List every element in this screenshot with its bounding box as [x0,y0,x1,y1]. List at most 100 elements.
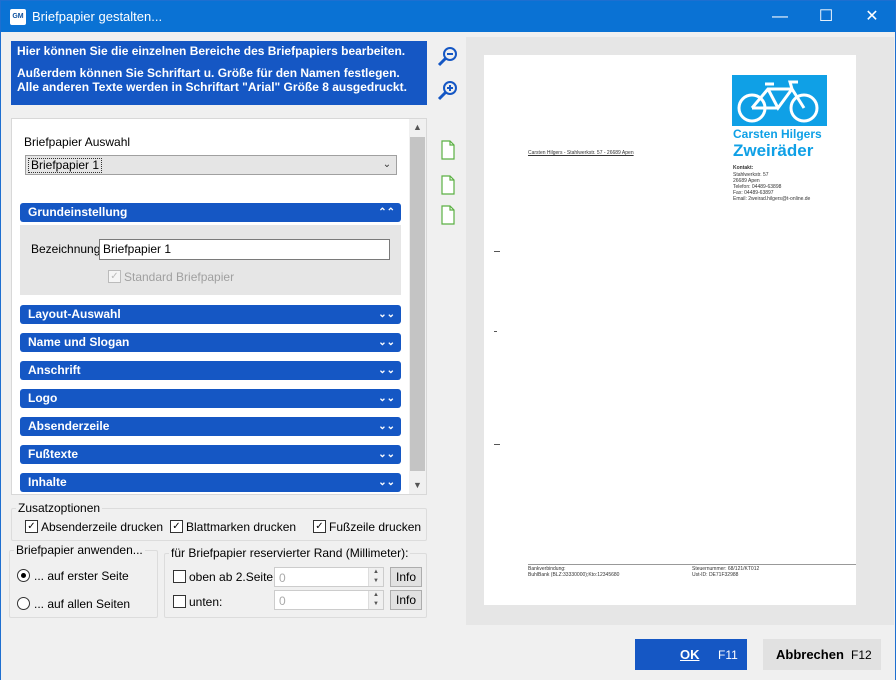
alle-seiten-radio[interactable] [17,597,30,610]
window-title: Briefpapier gestalten... [32,9,163,24]
expand-icon[interactable]: ⌄⌄ [378,389,395,408]
zoom-out-icon[interactable] [437,45,459,67]
collapse-icon[interactable]: ⌃⌃ [378,203,395,222]
vertical-scrollbar[interactable]: ▲ ▼ [409,119,426,494]
info-line-3: Alle anderen Texte werden in Schriftart … [17,80,407,94]
section-label: Layout-Auswahl [28,307,121,321]
fold-mark [494,251,500,252]
oben-info-button[interactable]: Info [390,567,422,587]
preview-page: Carsten Hilgers Zweiräder Carsten Hilger… [484,55,856,605]
contact-line: Kontakt: [733,165,754,171]
oben-checkbox[interactable] [173,570,186,583]
brand-slogan: Zweiräder [733,141,814,160]
section-absenderzeile[interactable]: Absenderzeile ⌄⌄ [20,417,401,436]
cancel-button[interactable]: Abbrechen F12 [763,639,881,670]
ok-button[interactable]: OK F11 [635,639,747,670]
unten-checkbox[interactable] [173,595,186,608]
spin-up-icon[interactable]: ▲ [368,568,383,577]
scroll-up-icon[interactable]: ▲ [409,119,426,136]
oben-value: 0 [279,571,286,585]
zoom-in-icon[interactable] [437,79,459,101]
button-bar [1,626,895,680]
info-line-1: Hier können Sie die einzelnen Bereiche d… [17,44,406,58]
standard-label: Standard Briefpapier [124,270,235,284]
minimize-icon[interactable]: — [757,1,803,32]
maximize-icon[interactable]: ☐ [803,1,849,32]
scroll-down-icon[interactable]: ▼ [409,477,426,494]
bicycle-logo-icon [732,75,827,126]
spin-down-icon[interactable]: ▼ [368,600,383,609]
section-layout-auswahl[interactable]: Layout-Auswahl ⌄⌄ [20,305,401,324]
brand-name: Carsten Hilgers [733,127,822,141]
unten-label: unten: [189,595,223,609]
cancel-shortcut: F12 [851,648,872,662]
section-label: Logo [28,391,58,405]
contact-line: Email: 2weirad.hilgers@t-online.de [733,196,811,202]
standard-checkbox[interactable]: ✓ [108,270,121,283]
expand-icon[interactable]: ⌄⌄ [378,473,395,492]
absenderzeile-checkbox[interactable]: ✓ [25,520,38,533]
footer-right: Ust-ID: DE71F32988 [692,572,739,578]
section-label: Name und Slogan [28,335,130,349]
info-box: Hier können Sie die einzelnen Bereiche d… [11,41,427,105]
page-icon[interactable] [437,174,459,196]
expand-icon[interactable]: ⌄⌄ [378,361,395,380]
cancel-label: Abbrechen [776,647,844,662]
fusszeile-label: Fußzeile drucken [329,520,422,534]
ok-shortcut: F11 [718,648,738,662]
rand-legend: für Briefpapier reservierter Rand (Milli… [171,546,409,560]
footer-left: BuhlBank (BLZ:33330000);Kto:12345680 [528,572,620,578]
oben-spinner[interactable]: 0 ▲ ▼ [274,567,384,587]
oben-label: oben ab 2.Seite: [189,570,277,584]
expand-icon[interactable]: ⌄⌄ [378,333,395,352]
section-label: Inhalte [28,475,67,489]
section-label: Grundeinstellung [28,205,128,219]
briefpapier-select[interactable]: Briefpapier 1 ⌄ [25,155,397,175]
erste-seite-radio[interactable] [17,569,30,582]
app-icon: GM [10,9,26,25]
close-icon[interactable]: ✕ [849,1,895,32]
sender-line: Carsten Hilgers - Stahlwerkstr. 57 - 266… [528,150,634,156]
briefpapier-select-value: Briefpapier 1 [28,158,103,173]
blattmarken-label: Blattmarken drucken [186,520,297,534]
anwenden-legend: Briefpapier anwenden... [16,543,143,557]
unten-spinner[interactable]: 0 ▲ ▼ [274,590,384,610]
section-fusstexte[interactable]: Fußtexte ⌄⌄ [20,445,401,464]
blattmarken-checkbox[interactable]: ✓ [170,520,183,533]
unten-value: 0 [279,594,286,608]
expand-icon[interactable]: ⌄⌄ [378,417,395,436]
footer-line [528,564,856,565]
page-icon[interactable] [437,139,459,161]
bezeichnung-input[interactable]: Briefpapier 1 [99,239,390,260]
section-inhalte[interactable]: Inhalte ⌄⌄ [20,473,401,492]
section-label: Anschrift [28,363,81,377]
absenderzeile-label: Absenderzeile drucken [41,520,164,534]
page-icon[interactable] [437,204,459,226]
zusatz-legend: Zusatzoptionen [18,501,101,515]
fold-mark [494,444,500,445]
erste-seite-label: ... auf erster Seite [34,569,129,583]
section-anschrift[interactable]: Anschrift ⌄⌄ [20,361,401,380]
spin-down-icon[interactable]: ▼ [368,577,383,586]
scroll-thumb[interactable] [410,137,425,471]
settings-panel[interactable]: Briefpapier Auswahl Briefpapier 1 ⌄ Grun… [11,118,427,495]
chevron-down-icon[interactable]: ⌄ [378,156,396,174]
fusszeile-checkbox[interactable]: ✓ [313,520,326,533]
bezeichnung-label: Bezeichnung [31,242,101,256]
section-name-slogan[interactable]: Name und Slogan ⌄⌄ [20,333,401,352]
expand-icon[interactable]: ⌄⌄ [378,445,395,464]
alle-seiten-label: ... auf allen Seiten [34,597,131,611]
grundeinstellung-body [20,225,401,295]
info-line-2: Außerdem können Sie Schriftart u. Größe … [17,66,400,80]
dialog-window: GM Briefpapier gestalten... — ☐ ✕ Hier k… [0,0,896,680]
auswahl-label: Briefpapier Auswahl [24,135,131,149]
punch-mark [494,331,497,332]
section-label: Absenderzeile [28,419,110,433]
expand-icon[interactable]: ⌄⌄ [378,305,395,324]
unten-info-button[interactable]: Info [390,590,422,610]
section-logo[interactable]: Logo ⌄⌄ [20,389,401,408]
section-grundeinstellung[interactable]: Grundeinstellung ⌃⌃ [20,203,401,222]
title-bar: GM Briefpapier gestalten... — ☐ ✕ [1,1,895,32]
ok-label: OK [680,647,700,662]
spin-up-icon[interactable]: ▲ [368,591,383,600]
